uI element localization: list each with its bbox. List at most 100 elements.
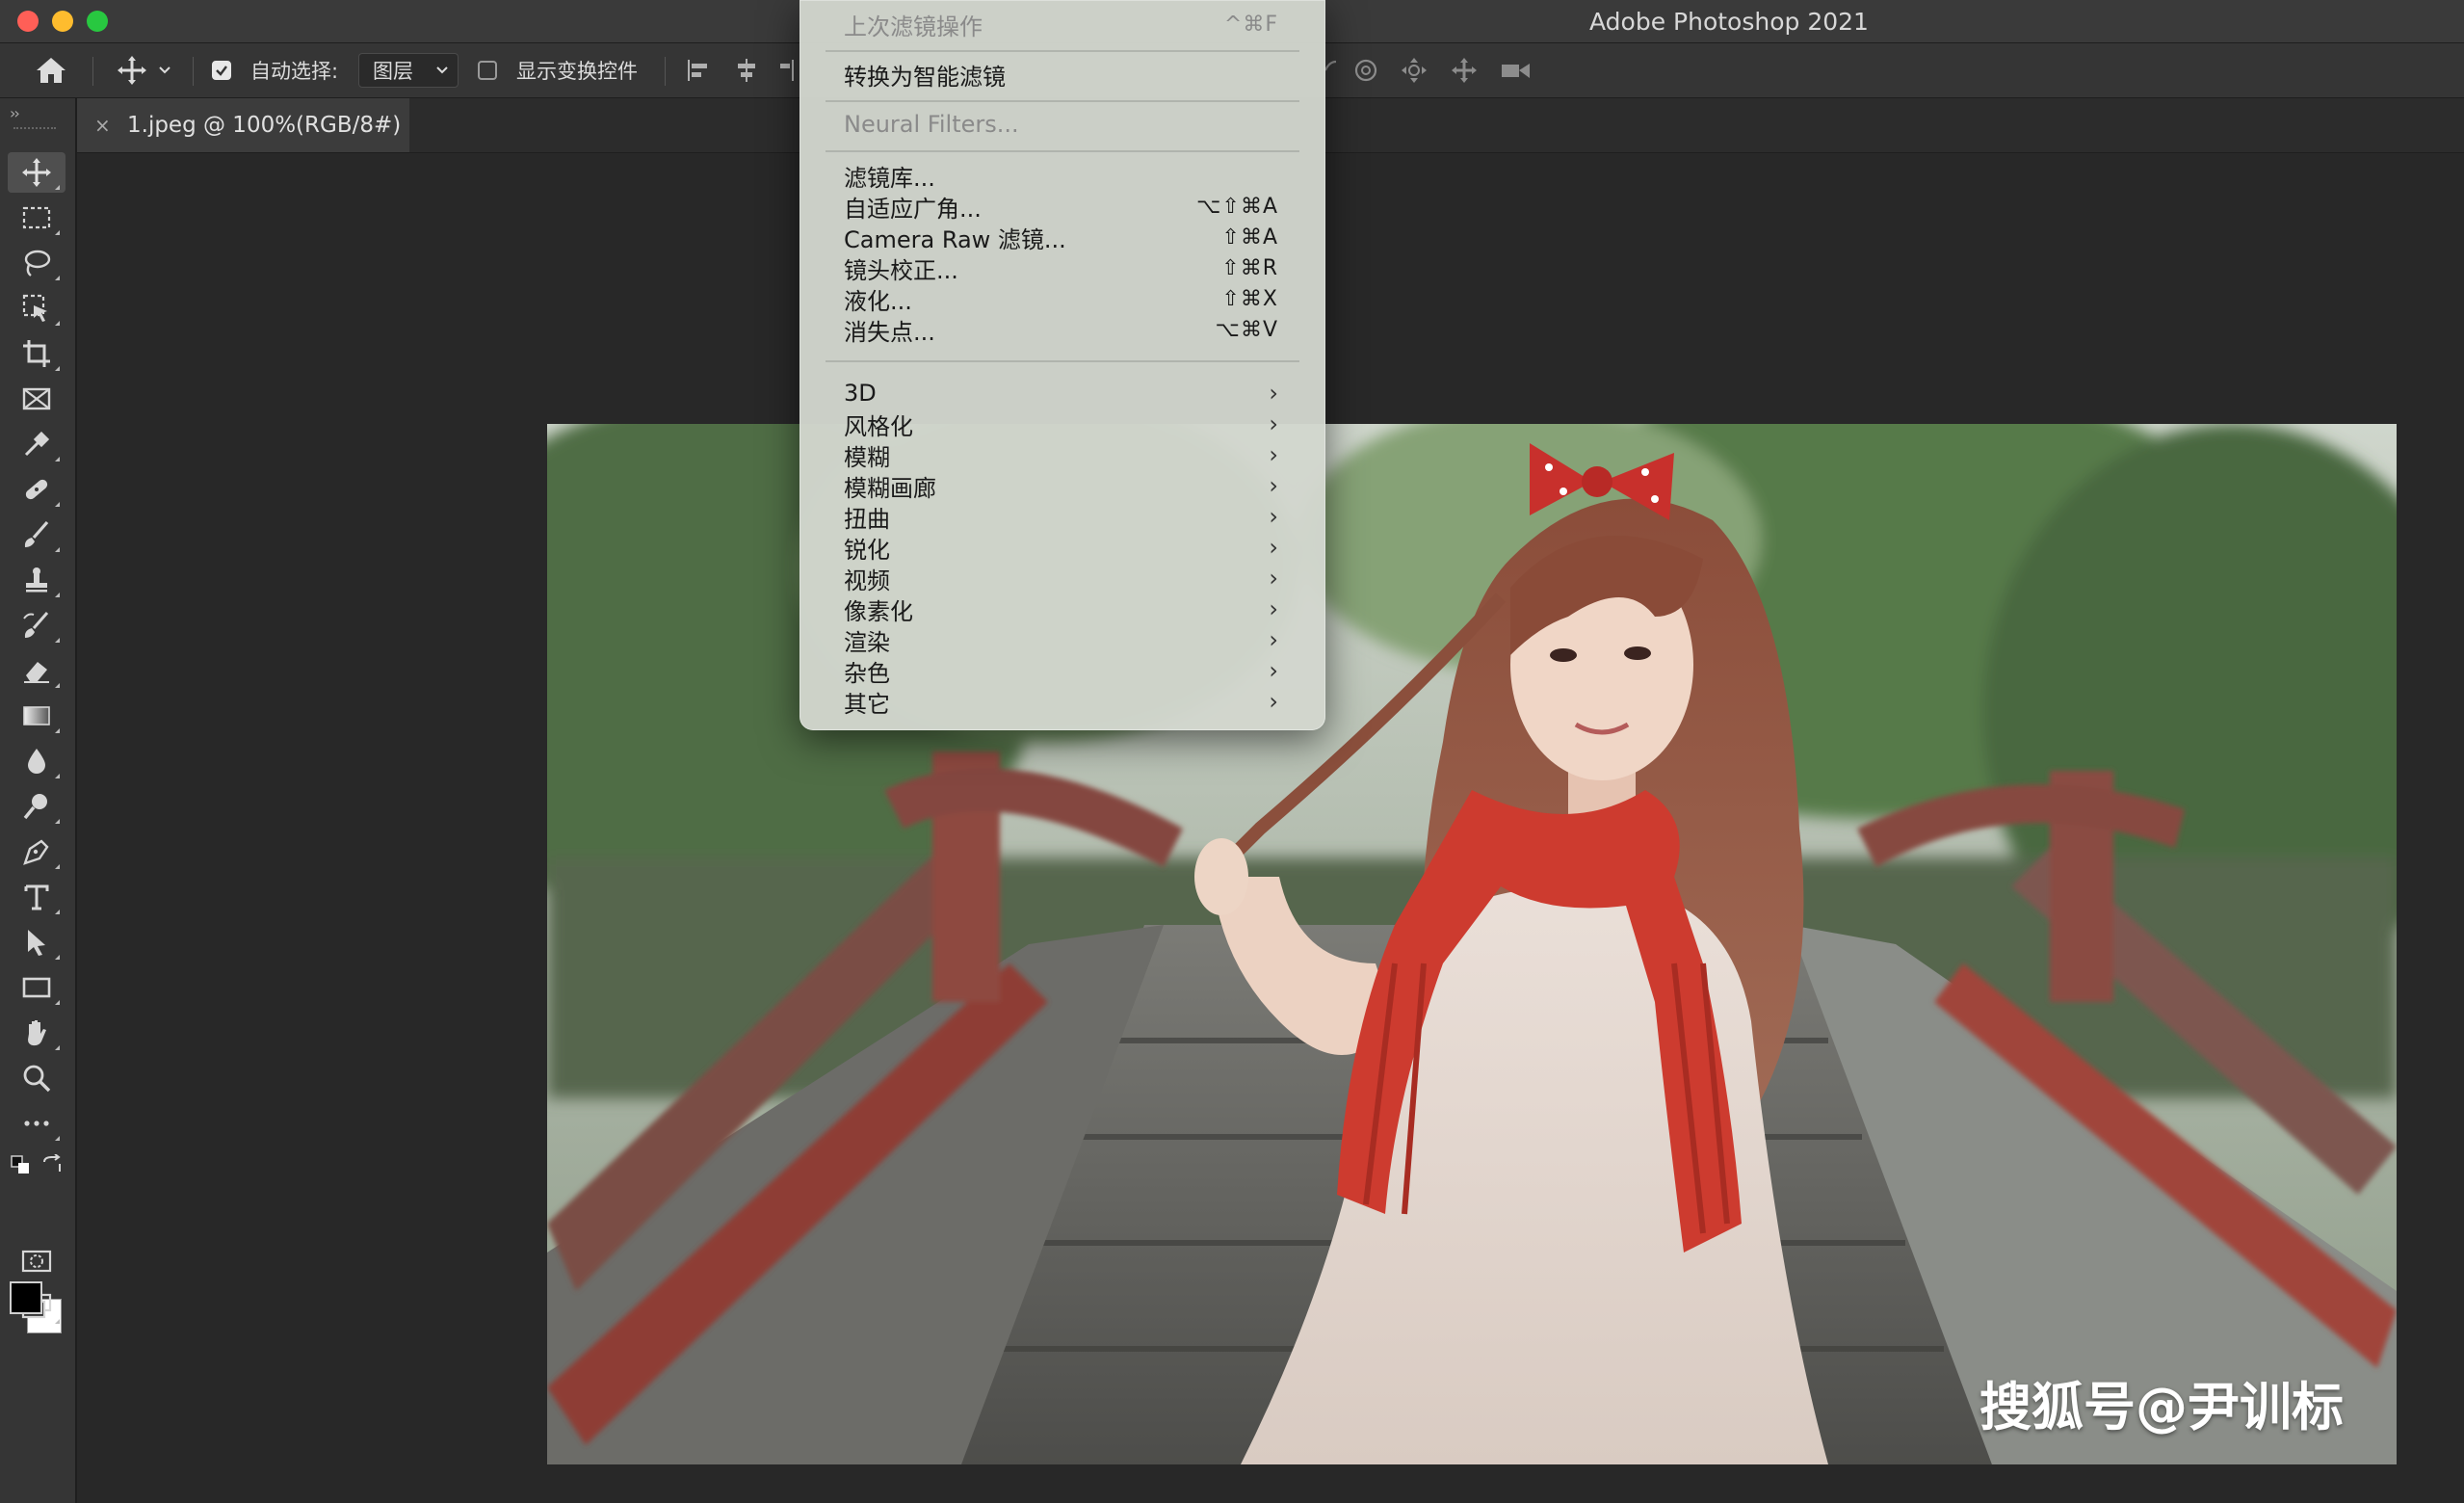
submenu-video[interactable]: 视频 › — [844, 563, 1278, 594]
panel-grip[interactable] — [13, 127, 56, 133]
gradient-tool[interactable] — [8, 696, 66, 736]
frame-tool[interactable] — [8, 379, 66, 419]
separator — [665, 57, 666, 86]
close-window-button[interactable] — [17, 11, 39, 32]
submenu-render[interactable]: 渲染 › — [844, 624, 1278, 656]
submenu-blur-gallery[interactable]: 模糊画廊 › — [844, 470, 1278, 502]
object-selection-icon — [22, 294, 47, 322]
submenu-arrow-icon: › — [1269, 626, 1278, 653]
lasso-tool[interactable] — [8, 243, 66, 283]
menu-item-label: 杂色 — [844, 659, 890, 687]
submenu-arrow-icon: › — [1269, 595, 1278, 622]
auto-select-checkbox[interactable] — [212, 43, 231, 97]
submenu-arrow-icon: › — [1269, 503, 1278, 530]
menu-item-convert-smart-filters[interactable]: 转换为智能滤镜 — [844, 59, 1278, 91]
marquee-tool[interactable] — [8, 198, 66, 238]
3d-rotate-icon — [1354, 59, 1377, 82]
menu-item-shortcut: ⇧⌘R — [1221, 255, 1278, 280]
auto-select-target-value: 图层 — [373, 60, 413, 83]
tools-panel: ›› — [0, 98, 77, 1503]
brush-tool[interactable] — [8, 514, 66, 555]
3d-mode-rotate-button[interactable] — [1350, 43, 1381, 97]
video-camera-icon — [1502, 64, 1530, 78]
move-tool[interactable] — [8, 152, 66, 193]
submenu-other[interactable]: 其它 › — [844, 686, 1278, 718]
menu-item-adaptive-wide-angle[interactable]: 自适应广角... ⌥⇧⌘A — [844, 191, 1278, 223]
eraser-icon — [24, 662, 49, 683]
submenu-noise[interactable]: 杂色 › — [844, 655, 1278, 687]
align-right-button[interactable] — [778, 43, 798, 97]
object-select-tool[interactable] — [8, 288, 66, 329]
clone-stamp-tool[interactable] — [8, 560, 66, 600]
menu-item-label: 3D — [844, 380, 877, 407]
foreground-color-swatch[interactable] — [10, 1281, 42, 1314]
separator — [92, 57, 93, 86]
rectangle-tool[interactable] — [8, 967, 66, 1008]
submenu-arrow-icon: › — [1269, 565, 1278, 592]
3d-mode-scale-button[interactable] — [1499, 43, 1533, 97]
path-selection-tool[interactable] — [8, 922, 66, 962]
submenu-arrow-icon: › — [1269, 688, 1278, 715]
menu-item-filter-gallery[interactable]: 滤镜库... — [844, 160, 1278, 192]
checkbox-checked-icon — [212, 61, 231, 80]
hand-tool[interactable] — [8, 1013, 66, 1053]
eyedropper-tool[interactable] — [8, 424, 66, 464]
move-icon — [118, 56, 146, 85]
menu-separator — [826, 360, 1299, 362]
zoom-tool[interactable] — [8, 1058, 66, 1098]
default-colors-button[interactable] — [10, 1154, 31, 1179]
menu-separator — [826, 100, 1299, 102]
menu-item-vanishing-point[interactable]: 消失点... ⌥⌘V — [844, 314, 1278, 346]
close-tab-icon[interactable]: × — [94, 114, 116, 137]
align-left-button[interactable] — [684, 43, 713, 97]
crop-tool[interactable] — [8, 333, 66, 374]
submenu-stylize[interactable]: 风格化 › — [844, 409, 1278, 440]
menu-item-label: 自适应广角... — [844, 195, 982, 223]
minimize-window-button[interactable] — [52, 11, 73, 32]
3d-mode-pan-button[interactable] — [1399, 43, 1429, 97]
menu-item-neural-filters: Neural Filters... — [844, 109, 1278, 140]
submenu-blur[interactable]: 模糊 › — [844, 439, 1278, 471]
3d-orbit-icon — [1324, 60, 1337, 71]
3d-slide-icon — [1452, 58, 1477, 83]
menu-item-shortcut: ⇧⌘X — [1221, 286, 1278, 311]
blur-tool[interactable] — [8, 741, 66, 781]
3d-mode-roll-button[interactable] — [1322, 43, 1350, 97]
menu-item-label: 锐化 — [844, 536, 890, 564]
menu-item-liquify[interactable]: 液化... ⇧⌘X — [844, 283, 1278, 315]
type-tool[interactable] — [8, 877, 66, 917]
move-tool-preset[interactable] — [116, 43, 173, 97]
submenu-arrow-icon: › — [1269, 410, 1278, 437]
ellipsis-icon — [24, 1121, 49, 1126]
menu-item-camera-raw-filter[interactable]: Camera Raw 滤镜... ⇧⌘A — [844, 222, 1278, 253]
menu-item-lens-correction[interactable]: 镜头校正... ⇧⌘R — [844, 252, 1278, 284]
menu-item-label: 扭曲 — [844, 505, 890, 533]
swap-colors-button[interactable] — [40, 1153, 64, 1179]
show-transform-controls-checkbox[interactable] — [478, 43, 497, 97]
3d-mode-slide-button[interactable] — [1449, 43, 1480, 97]
watermark-text: 搜狐号@尹训标 — [1979, 1377, 2344, 1437]
auto-select-label: 自动选择: — [250, 60, 339, 83]
default-colors-icon — [11, 1155, 29, 1173]
healing-brush-tool[interactable] — [8, 469, 66, 510]
stamp-icon — [26, 567, 47, 593]
home-button[interactable] — [35, 43, 67, 97]
document-tab[interactable]: × 1.jpeg @ 100%(RGB/8#) — [77, 98, 409, 152]
submenu-arrow-icon: › — [1269, 534, 1278, 561]
submenu-distort[interactable]: 扭曲 › — [844, 501, 1278, 533]
separator — [193, 57, 194, 86]
eraser-tool[interactable] — [8, 650, 66, 691]
dodge-tool[interactable] — [8, 786, 66, 827]
auto-select-target-dropdown[interactable]: 图层 — [358, 53, 459, 88]
pen-tool[interactable] — [8, 831, 66, 872]
quick-mask-button[interactable] — [8, 1241, 66, 1281]
quick-mask-icon — [21, 1250, 52, 1273]
align-horizontal-centers-button[interactable] — [732, 43, 761, 97]
maximize-window-button[interactable] — [87, 11, 108, 32]
collapse-panel-icon[interactable]: ›› — [10, 104, 20, 122]
submenu-sharpen[interactable]: 锐化 › — [844, 532, 1278, 564]
submenu-pixelate[interactable]: 像素化 › — [844, 593, 1278, 625]
history-brush-tool[interactable] — [8, 605, 66, 646]
submenu-3d[interactable]: 3D › — [844, 378, 1278, 409]
more-tools[interactable] — [8, 1103, 66, 1144]
